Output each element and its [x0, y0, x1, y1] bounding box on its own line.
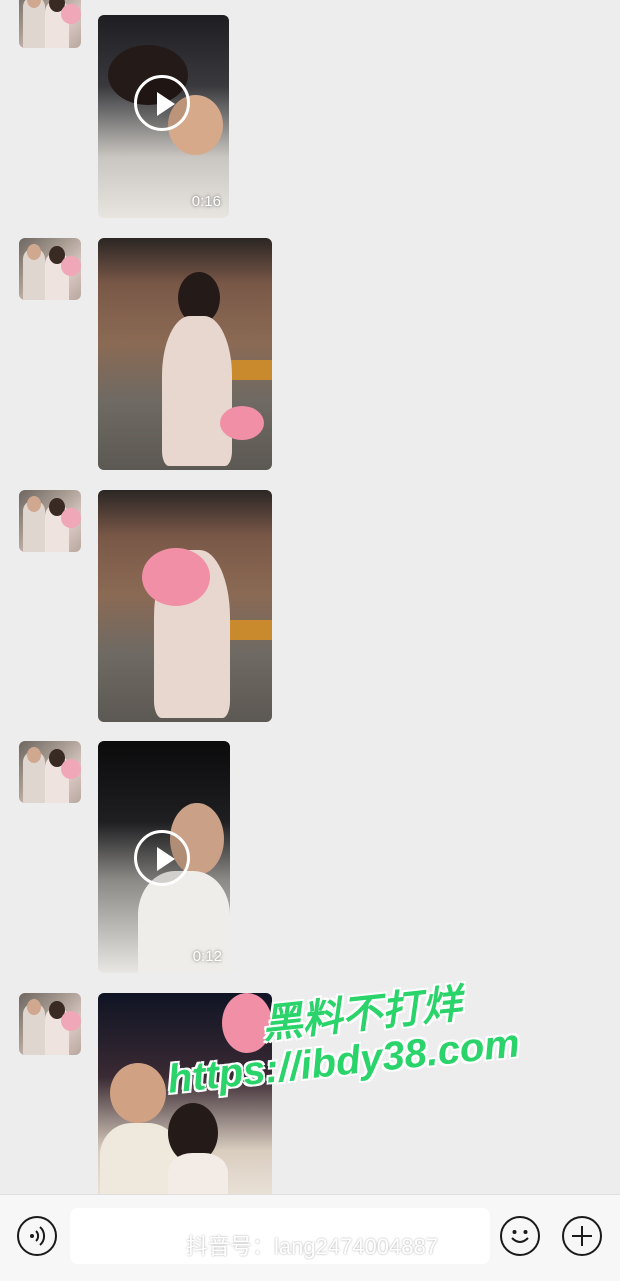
photo-thumbnail[interactable] [98, 238, 272, 470]
play-icon[interactable] [134, 830, 190, 886]
douyin-watermark: 抖音号：lang2474004887 [160, 1229, 438, 1261]
play-icon[interactable] [134, 75, 190, 131]
more-button[interactable] [562, 1216, 602, 1256]
avatar[interactable] [19, 0, 81, 48]
video-thumbnail[interactable]: 0:16 [98, 15, 229, 218]
video-duration: 0:12 [192, 948, 222, 965]
chat-feed[interactable]: 0:16 0:12 黑料不打烊 https://ibdy38.com [0, 0, 620, 1194]
voice-input-button[interactable] [17, 1216, 57, 1256]
douyin-logo-icon [160, 1231, 177, 1250]
avatar[interactable] [19, 741, 81, 803]
emoji-button[interactable] [500, 1216, 540, 1256]
avatar[interactable] [19, 993, 81, 1055]
avatar[interactable] [19, 490, 81, 552]
photo-thumbnail[interactable] [98, 490, 272, 722]
video-duration: 0:16 [191, 193, 221, 210]
voice-icon [30, 1226, 46, 1246]
douyin-id-text: 抖音号：lang2474004887 [186, 1234, 438, 1259]
chat-input-bar: 抖音号：lang2474004887 [0, 1194, 620, 1281]
avatar[interactable] [19, 238, 81, 300]
video-thumbnail[interactable]: 0:12 [98, 741, 230, 973]
emoji-icon [511, 1230, 529, 1243]
plus-icon [572, 1226, 592, 1246]
